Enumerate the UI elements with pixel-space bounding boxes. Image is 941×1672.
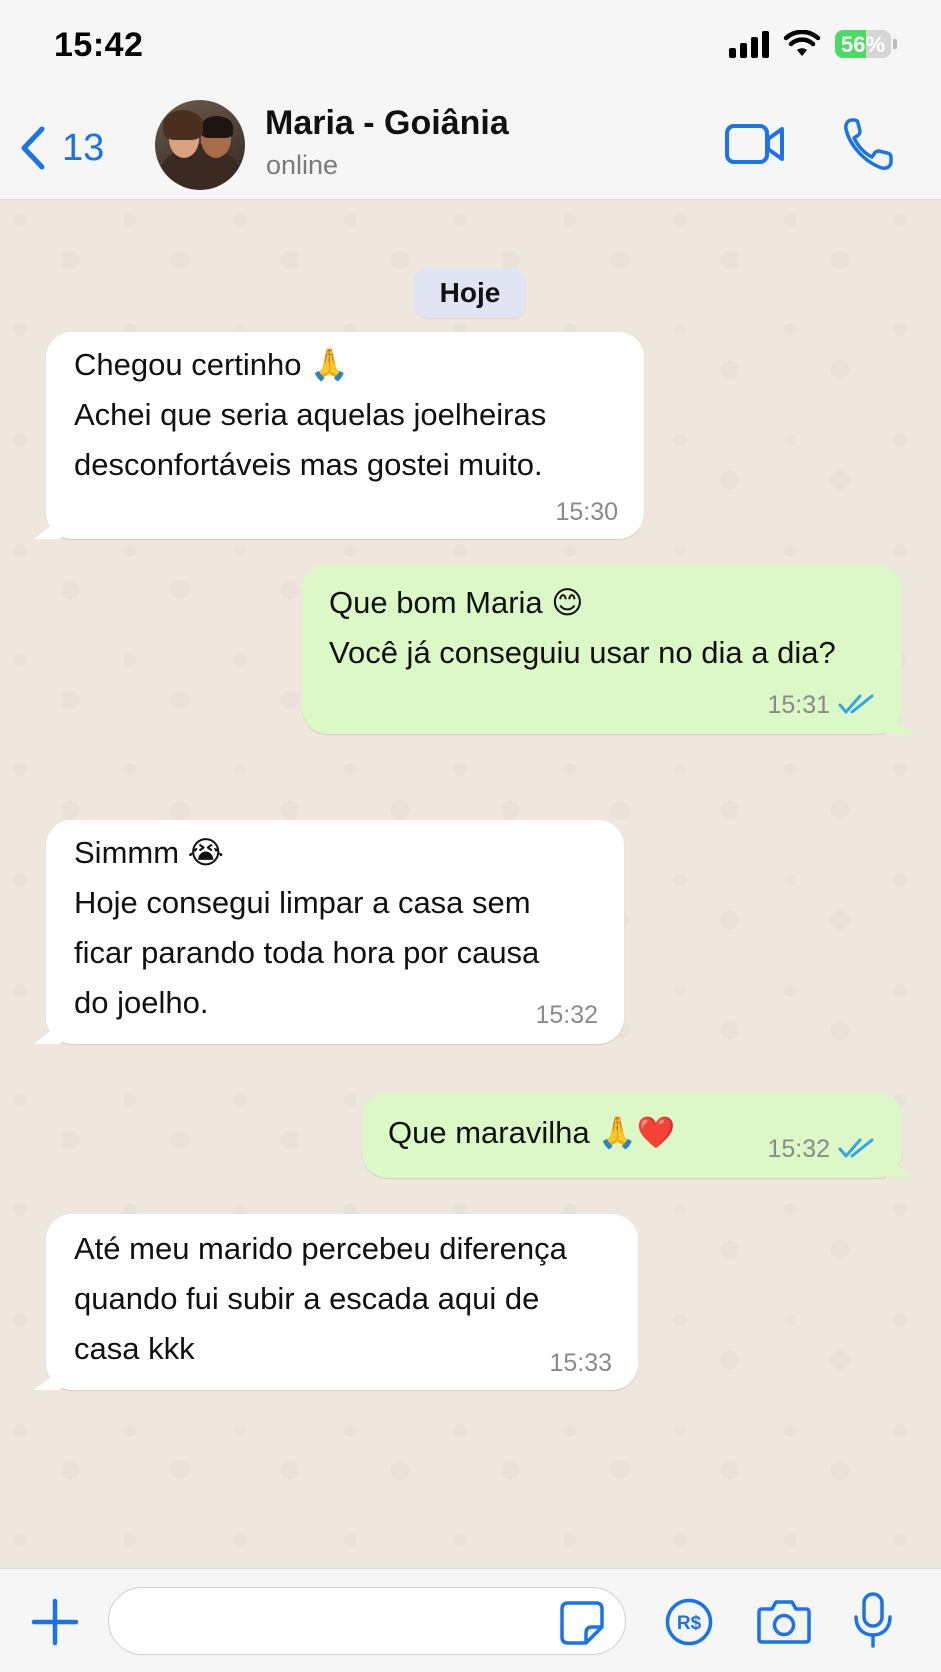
unread-count: 13 <box>62 126 105 169</box>
attach-button[interactable] <box>30 1597 80 1647</box>
video-call-button[interactable] <box>724 120 786 168</box>
message-incoming[interactable]: Simmm 😭 Hoje consegui limpar a casa sem … <box>46 820 624 1044</box>
message-text: Que bom Maria 😊 <box>329 585 584 620</box>
message-text: Que maravilha 🙏❤️ <box>388 1115 676 1150</box>
sticker-button[interactable] <box>558 1599 606 1647</box>
message-text: Chegou certinho 🙏 <box>74 347 349 382</box>
message-text: Achei que seria aquelas joelheiras <box>74 397 547 432</box>
message-text: Simmm 😭 <box>74 835 224 870</box>
message-text: desconfortáveis mas gostei muito. <box>74 447 543 482</box>
voice-call-button[interactable] <box>842 116 894 172</box>
message-outgoing[interactable]: Que maravilha 🙏❤️ 15:32 <box>362 1092 902 1178</box>
message-input[interactable] <box>108 1587 626 1655</box>
chat-area[interactable]: Hoje Chegou certinho 🙏 Achei que seria a… <box>0 200 941 1568</box>
message-time: 15:32 <box>535 1001 598 1029</box>
message-time: 15:31 <box>767 691 830 719</box>
status-bar: 15:42 56% <box>0 0 941 96</box>
message-text: Você já conseguiu usar no dia a dia? <box>329 635 836 670</box>
battery-percent: 56% <box>840 32 886 57</box>
contact-status: online <box>266 150 339 180</box>
date-separator: Hoje <box>414 268 526 318</box>
sticker-icon <box>560 1601 604 1645</box>
wifi-icon <box>783 30 821 56</box>
message-text: Até meu marido percebeu diferença <box>74 1231 567 1266</box>
contact-name[interactable]: Maria - Goiânia <box>265 104 509 143</box>
microphone-button[interactable] <box>852 1591 894 1649</box>
phone-icon <box>844 118 893 170</box>
payment-button[interactable]: R$ <box>664 1597 714 1647</box>
payment-icon: R$ <box>665 1598 713 1646</box>
message-text: Hoje consegui limpar a casa sem <box>74 885 531 920</box>
status-indicators: 56% <box>729 30 897 58</box>
message-time: 15:30 <box>555 498 618 526</box>
message-time: 15:32 <box>767 1135 830 1163</box>
svg-text:R$: R$ <box>677 1613 702 1634</box>
message-text: ficar parando toda hora por causa <box>74 935 540 970</box>
message-outgoing[interactable]: Que bom Maria 😊 Você já conseguiu usar n… <box>302 564 902 734</box>
microphone-icon <box>854 1592 892 1648</box>
input-bar: R$ <box>0 1568 941 1672</box>
double-check-read-icon <box>838 1138 874 1158</box>
signal-icon <box>729 30 769 58</box>
back-button[interactable]: 13 <box>18 116 104 180</box>
battery-cap <box>893 39 897 49</box>
message-incoming[interactable]: Chegou certinho 🙏 Achei que seria aquela… <box>46 332 644 539</box>
double-check-read-icon <box>838 694 874 714</box>
message-text: quando fui subir a escada aqui de <box>74 1281 540 1316</box>
camera-button[interactable] <box>756 1597 812 1645</box>
battery-icon: 56% <box>835 30 891 58</box>
chat-header: 13 Maria - Goiânia online <box>0 96 941 200</box>
status-time: 15:42 <box>54 26 144 64</box>
plus-icon <box>31 1598 79 1646</box>
message-incoming[interactable]: Até meu marido percebeu diferença quando… <box>46 1214 638 1390</box>
avatar[interactable] <box>155 100 245 190</box>
video-camera-icon <box>725 124 784 164</box>
message-text: casa kkk <box>74 1331 195 1366</box>
chevron-left-icon <box>21 126 45 170</box>
message-time: 15:33 <box>549 1349 612 1377</box>
message-text: do joelho. <box>74 985 209 1020</box>
camera-icon <box>757 1600 811 1644</box>
